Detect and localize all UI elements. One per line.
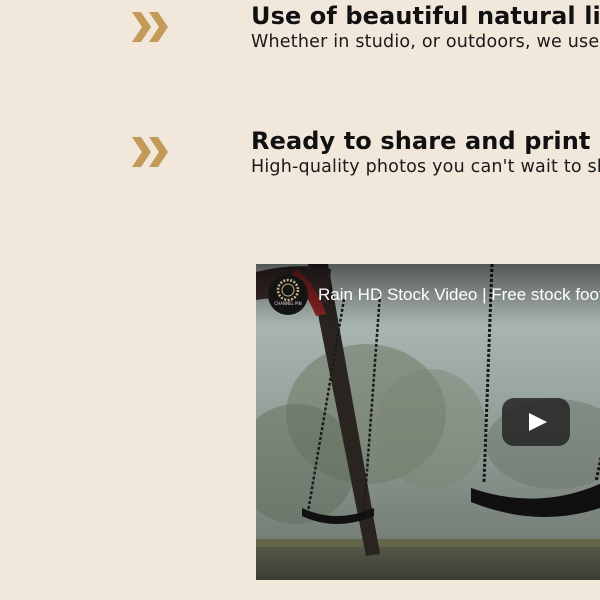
play-button[interactable] [502, 398, 570, 446]
channel-name: CHANNEL PIN [274, 301, 302, 306]
feature-description: Whether in studio, or outdoors, we use [251, 32, 600, 52]
feature-title: Use of beautiful natural light [251, 2, 600, 30]
play-icon [529, 413, 547, 431]
feature-description: High-quality photos you can't wait to sh… [251, 157, 600, 177]
feature-item-share-print: Ready to share and print images High-qua… [0, 125, 600, 185]
double-chevron-right-icon [132, 12, 168, 42]
feature-title: Ready to share and print images [251, 127, 600, 155]
video-title[interactable]: Rain HD Stock Video | Free stock footage [318, 285, 600, 305]
channel-logo-icon [276, 278, 300, 302]
feature-item-natural-light: Use of beautiful natural light Whether i… [0, 0, 600, 60]
double-chevron-right-icon [132, 137, 168, 167]
channel-avatar[interactable]: CHANNEL PIN [268, 275, 308, 315]
page: Use of beautiful natural light Whether i… [0, 0, 600, 600]
embedded-video-player[interactable]: CHANNEL PIN Rain HD Stock Video | Free s… [256, 264, 600, 580]
